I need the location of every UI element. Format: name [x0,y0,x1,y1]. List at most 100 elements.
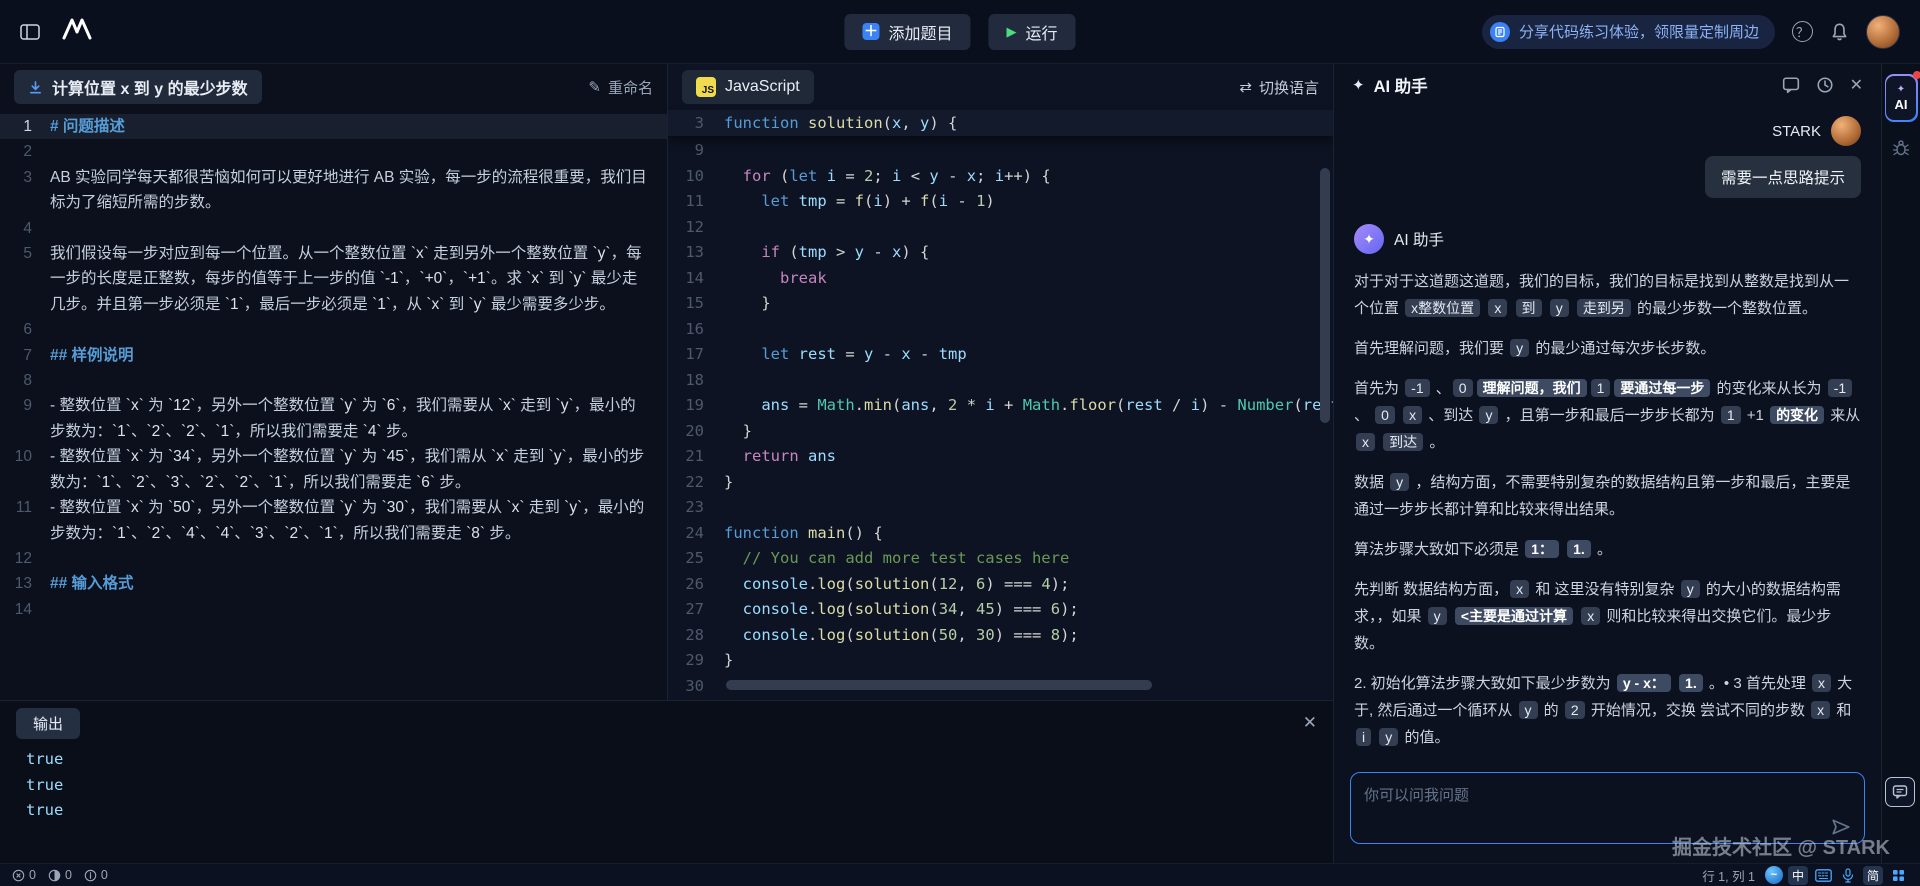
switch-language-button[interactable]: ⇄ 切换语言 [1239,77,1319,98]
panel-toggle-icon[interactable] [20,23,40,40]
tab-javascript[interactable]: JS JavaScript [682,70,814,104]
code-line[interactable]: 10 for (let i = 2; i < y - x; i++) { [668,164,1333,190]
code-token: x [966,166,977,185]
code-token: floor [1069,396,1117,414]
code-line[interactable]: 26 console.log(solution(12, 6) === 4); [668,572,1333,598]
code-line[interactable]: 19 ans = Math.min(ans, 2 * i + Math.floo… [668,393,1333,419]
code-line[interactable]: 25 // You can add more test cases here [668,546,1333,572]
inline-code-chip: 走到另 [1576,299,1631,317]
code-text: return ans [724,444,1333,470]
code-line[interactable]: 9 [668,138,1333,164]
vertical-scrollbar[interactable] [1320,118,1330,670]
ime-logo-icon[interactable]: ~ [1765,866,1783,884]
support-chat-button[interactable] [1885,777,1915,807]
ime-simplified-toggle[interactable]: 简 [1863,865,1883,885]
output-close-icon[interactable]: ✕ [1303,713,1317,733]
line-number: 30 [685,676,704,695]
problem-line[interactable]: 13 ## 输入格式 [0,571,667,596]
code-line[interactable]: 16 [668,317,1333,343]
code-lines[interactable]: 9 10 for (let i = 2; i < y - x; i++) {11… [668,136,1333,700]
line-number: 15 [685,294,704,312]
code-token: ) [985,574,995,593]
output-tab[interactable]: 输出 [16,707,81,739]
problem-line[interactable]: 10 - 整数位置 `x` 为 `34`，另外一个整数位置 `y` 为 `45`，… [0,444,667,495]
ai-question-input[interactable] [1350,772,1865,844]
ai-panel-title: AI 助手 [1373,78,1428,96]
problem-line[interactable]: 9 - 整数位置 `x` 为 `12`，另外一个整数位置 `y` 为 `6`，我们… [0,393,667,444]
help-icon[interactable]: ？ [1792,21,1813,42]
code-text: // You can add more test cases here [724,546,1333,572]
inline-code-chip: 到达 [1383,433,1424,451]
problem-line[interactable]: 6 [0,317,667,342]
problem-line[interactable]: 5 我们假设每一步对应到每一个位置。从一个整数位置 `x` 走到另外一个整数位置 … [0,241,667,317]
code-token: < [901,166,930,185]
send-icon[interactable] [1831,818,1851,839]
rename-button[interactable]: ✎ 重命名 [588,77,653,98]
notification-bell-icon[interactable] [1830,22,1849,42]
code-token: ans [901,396,930,414]
ai-name: AI 助手 [1394,232,1444,249]
sticky-line[interactable]: 3 function solution(x, y) { [668,110,1333,136]
code-line[interactable]: 28 console.log(solution(50, 30) === 8); [668,623,1333,649]
problems-warnings[interactable]: 0 [48,868,72,882]
problems-infos[interactable]: 0 [84,868,108,882]
ime-chinese-toggle[interactable]: 中 [1788,865,1808,885]
problem-line[interactable]: 8 [0,368,667,393]
user-avatar[interactable] [1866,14,1900,49]
code-line[interactable]: 22} [668,470,1333,496]
problem-title-chip[interactable]: 计算位置 x 到 y 的最少步数 [14,70,262,104]
ime-keyboard-icon[interactable] [1813,866,1833,885]
problem-lines[interactable]: 1 # 问题描述 2 3 AB 实验同学每天都很苦恼如何可以更好地进行 AB 实验，每… [0,110,667,700]
code-line[interactable]: 18 [668,368,1333,394]
code-token: } [724,294,771,312]
problems-errors[interactable]: 0 [12,868,36,882]
ai-assistant-toggle-button[interactable]: ✦ AI [1884,71,1920,122]
code-token: ); [1060,600,1079,618]
problem-line[interactable]: 7 ## 样例说明 [0,343,667,368]
problem-line[interactable]: 12 [0,546,667,571]
code-line[interactable]: 17 let rest = y - x - tmp [668,342,1333,368]
bug-icon[interactable] [1891,138,1911,158]
run-button[interactable]: ▶ 运行 [988,13,1076,50]
share-banner[interactable]: 分享代码练习体验，领限量定制周边 [1481,14,1775,49]
problem-line[interactable]: 3 AB 实验同学每天都很苦恼如何可以更好地进行 AB 实验，每一步的流程很重要，… [0,165,667,216]
problem-text: - 整数位置 `x` 为 `34`，另外一个整数位置 `y` 为 `45`，我们… [50,448,645,491]
right-toolbar-strip: ✦ AI [1881,64,1920,863]
code-token: i [938,192,949,210]
problem-line[interactable]: 2 [0,139,667,164]
problem-line[interactable]: 4 [0,216,667,241]
feedback-icon[interactable] [1782,76,1800,94]
ime-toolbox-icon[interactable] [1888,866,1908,885]
code-line[interactable]: 21 return ans [668,444,1333,470]
problem-line[interactable]: 11 - 整数位置 `x` 为 `50`，另外一个整数位置 `y` 为 `30`，… [0,495,667,546]
line-number: 28 [685,625,704,644]
code-line[interactable]: 27 console.log(solution(34, 45) === 6); [668,597,1333,623]
problem-line[interactable]: 14 [0,597,667,622]
code-token: 30 [976,625,995,644]
code-line[interactable]: 12 [668,215,1333,241]
code-line[interactable]: 23 [668,495,1333,521]
code-line[interactable]: 13 if (tmp > y - x) { [668,240,1333,266]
code-token: ); [1060,625,1079,644]
horizontal-scrollbar[interactable] [726,680,1317,690]
app-logo[interactable] [62,17,92,46]
problem-line[interactable]: 1 # 问题描述 [0,114,667,140]
cursor-position[interactable]: 行 1, 列 1 [1702,866,1755,885]
close-icon[interactable]: ✕ [1850,75,1863,95]
inline-code-chip: 1. [1567,540,1591,558]
code-line[interactable]: 15 } [668,291,1333,317]
status-bar: 0 0 0 行 1, 列 1 ~ 中 简 [0,863,1920,886]
code-token: ) [985,192,995,210]
code-line[interactable]: 29} [668,648,1333,674]
code-line[interactable]: 14 break [668,266,1333,292]
code-line[interactable]: 11 let tmp = f(i) + f(i - 1) [668,189,1333,215]
code-line[interactable]: 20 } [668,419,1333,445]
code-line[interactable]: 24 function main() { [668,521,1333,547]
inline-code-chip: 1. [1679,674,1703,692]
ime-mic-icon[interactable] [1838,866,1858,885]
add-problem-button[interactable]: ＋ 添加题目 [844,13,971,50]
history-icon[interactable] [1816,76,1834,94]
code-token: } [724,421,752,440]
